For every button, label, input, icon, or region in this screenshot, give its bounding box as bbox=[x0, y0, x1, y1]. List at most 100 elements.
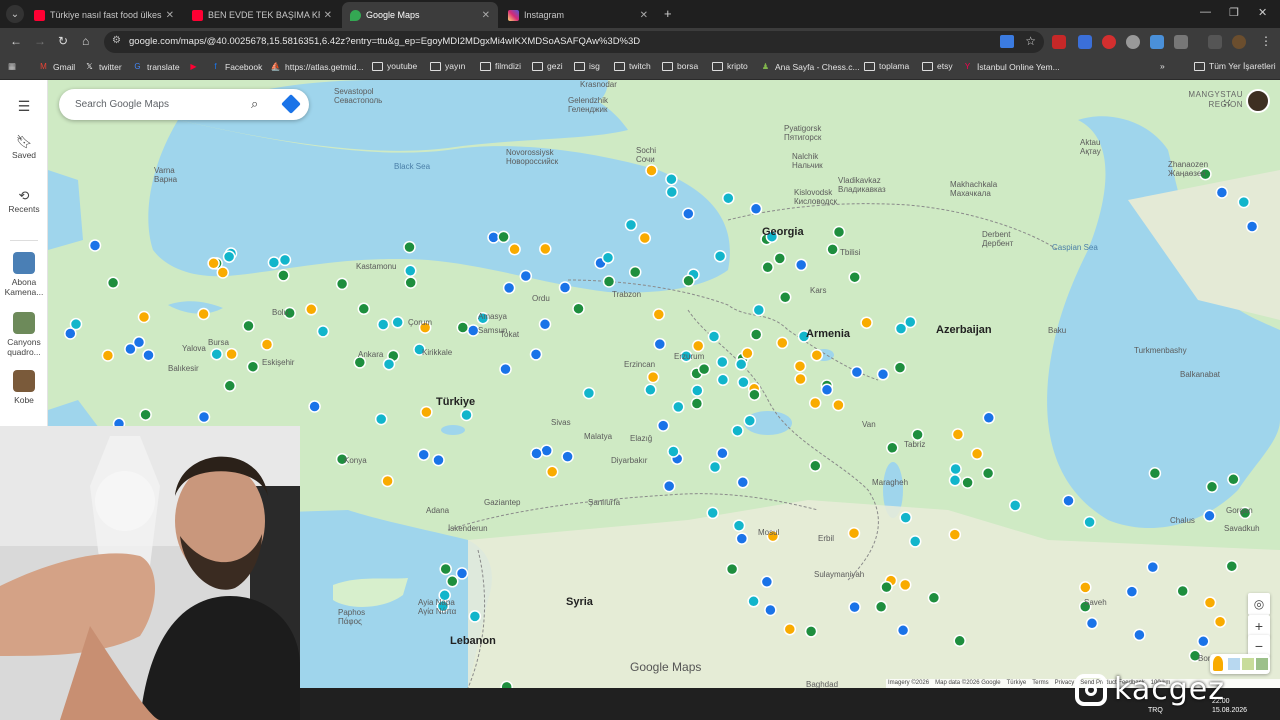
map-place-pin[interactable] bbox=[951, 428, 965, 441]
map-place-pin[interactable] bbox=[132, 336, 146, 349]
map-place-label[interactable]: Sevastopol Севастополь bbox=[334, 87, 382, 105]
address-bar[interactable]: ⚙ google.com/maps/@40.0025678,15.5816351… bbox=[104, 31, 1044, 53]
map-place-pin[interactable] bbox=[736, 476, 750, 489]
map-place-pin[interactable] bbox=[652, 308, 666, 321]
map-place-pin[interactable] bbox=[1205, 480, 1219, 494]
map-place-label[interactable]: Diyarbakır bbox=[611, 456, 647, 465]
map-place-pin[interactable] bbox=[752, 303, 766, 317]
menu-hamburger-icon[interactable]: ☰ bbox=[0, 98, 48, 115]
map-place-pin[interactable] bbox=[142, 348, 155, 362]
map-place-pin[interactable] bbox=[911, 428, 924, 441]
map-place-pin[interactable] bbox=[404, 276, 417, 289]
map-place-pin[interactable] bbox=[948, 474, 962, 487]
bookmark-item[interactable]: etsy bbox=[922, 61, 953, 71]
minimize-icon[interactable]: — bbox=[1200, 6, 1211, 18]
map-place-label[interactable]: Derbent Дербент bbox=[982, 230, 1013, 248]
map-place-label[interactable]: Balkanabat bbox=[1180, 370, 1220, 379]
bookmark-item[interactable]: youtube bbox=[372, 61, 417, 71]
map-place-pin[interactable] bbox=[820, 383, 834, 397]
map-place-pin[interactable] bbox=[468, 610, 482, 623]
map-place-pin[interactable] bbox=[420, 405, 433, 419]
map-place-pin[interactable] bbox=[747, 595, 760, 608]
map-place-label[interactable]: Nalchik Нальчик bbox=[792, 152, 823, 170]
map-place-label[interactable]: Kars bbox=[810, 286, 826, 295]
recent-place-item[interactable]: Kobe bbox=[0, 370, 48, 405]
map-place-pin[interactable] bbox=[260, 338, 274, 351]
map-place-pin[interactable] bbox=[667, 445, 680, 458]
site-info-icon[interactable]: ⚙ bbox=[112, 35, 121, 46]
map-place-pin[interactable] bbox=[1083, 515, 1096, 529]
map-place-pin[interactable] bbox=[628, 265, 642, 279]
map-place-pin[interactable] bbox=[904, 315, 917, 329]
map-place-pin[interactable] bbox=[708, 460, 722, 474]
map-place-label[interactable]: Van bbox=[862, 420, 876, 429]
map-place-pin[interactable] bbox=[764, 603, 777, 617]
clock-date[interactable]: 15.08.2026 bbox=[1212, 707, 1247, 714]
map-place-pin[interactable] bbox=[1245, 220, 1259, 233]
map-place-label[interactable]: Tbilisi bbox=[840, 248, 860, 257]
map-place-label[interactable]: Baghdad bbox=[806, 680, 838, 688]
map-place-label[interactable]: Gaziantep bbox=[484, 498, 520, 507]
map-place-label[interactable]: Gorgan bbox=[1226, 506, 1253, 515]
map-place-pin[interactable] bbox=[101, 349, 115, 362]
map-place-pin[interactable] bbox=[810, 348, 824, 362]
map-place-pin[interactable] bbox=[277, 269, 290, 282]
map-place-pin[interactable] bbox=[981, 467, 995, 480]
map-place-pin[interactable] bbox=[106, 276, 120, 290]
map-place-pin[interactable] bbox=[970, 447, 984, 461]
map-place-pin[interactable] bbox=[267, 256, 281, 269]
tab-youtube-kruvasan[interactable]: BEN EVDE TEK BAŞIMA KRUVAS ✕ bbox=[184, 2, 340, 28]
map-place-pin[interactable] bbox=[197, 410, 211, 424]
map-place-pin[interactable] bbox=[645, 164, 658, 177]
bookmark-item[interactable]: kripto bbox=[712, 61, 748, 71]
map-place-pin[interactable] bbox=[638, 231, 652, 245]
map-place-label[interactable]: Pyatigorsk Пятигорск bbox=[784, 124, 821, 142]
map-place-pin[interactable] bbox=[716, 447, 729, 460]
map-place-pin[interactable] bbox=[538, 318, 552, 331]
map-place-pin[interactable] bbox=[197, 307, 210, 321]
map-place-pin[interactable] bbox=[572, 302, 585, 315]
back-button[interactable]: ← bbox=[10, 34, 22, 48]
map-place-label[interactable]: Mosul bbox=[758, 528, 779, 537]
layers-panel[interactable] bbox=[1210, 654, 1270, 674]
map-place-pin[interactable] bbox=[749, 328, 763, 341]
map-place-pin[interactable] bbox=[734, 358, 748, 371]
layer-thumb-icon[interactable] bbox=[1242, 658, 1254, 670]
map-place-pin[interactable] bbox=[1203, 509, 1216, 523]
map-place-pin[interactable] bbox=[1227, 473, 1240, 486]
map-place-pin[interactable] bbox=[223, 379, 237, 393]
extensions-puzzle-icon[interactable] bbox=[1174, 35, 1188, 49]
map-place-pin[interactable] bbox=[646, 370, 660, 384]
bookmark-item[interactable]: twitch bbox=[614, 61, 651, 71]
map-place-pin[interactable] bbox=[743, 414, 757, 427]
map-place-pin[interactable] bbox=[927, 591, 941, 605]
map-place-label[interactable]: Adana bbox=[426, 506, 449, 515]
map-place-label[interactable]: Makhachkala Махачкала bbox=[950, 180, 997, 198]
map-place-pin[interactable] bbox=[953, 634, 966, 648]
map-place-pin[interactable] bbox=[137, 310, 151, 324]
map-place-pin[interactable] bbox=[376, 318, 390, 331]
account-avatar[interactable] bbox=[1246, 89, 1270, 113]
map-place-pin[interactable] bbox=[794, 258, 808, 272]
map-place-pin[interactable] bbox=[1203, 596, 1217, 609]
map-place-label[interactable]: Bolu bbox=[272, 308, 288, 317]
map-place-pin[interactable] bbox=[832, 225, 846, 239]
tab-youtube-fastfood[interactable]: Türkiye nasıl fast food ülkesi olu ✕ bbox=[26, 2, 182, 28]
map-place-pin[interactable] bbox=[732, 519, 746, 532]
bookmark-item[interactable]: f Facebook bbox=[210, 61, 262, 72]
tab-search-button[interactable]: ⌄ bbox=[6, 5, 24, 23]
map-place-pin[interactable] bbox=[242, 319, 255, 333]
map-place-label[interactable]: İskenderun bbox=[448, 524, 488, 533]
map-place-label[interactable]: Trabzon bbox=[612, 290, 641, 299]
map-place-pin[interactable] bbox=[88, 239, 102, 252]
map-place-pin[interactable] bbox=[949, 462, 962, 476]
map-place-pin[interactable] bbox=[893, 361, 907, 374]
map-place-label[interactable]: Konya bbox=[344, 456, 367, 465]
map-place-pin[interactable] bbox=[601, 251, 615, 264]
map-place-label[interactable]: Vladikavkaz Владикавказ bbox=[838, 176, 886, 194]
translate-extension-icon[interactable] bbox=[1078, 35, 1092, 49]
map-place-label[interactable]: Caspian Sea bbox=[1052, 243, 1098, 252]
map-place-pin[interactable] bbox=[497, 230, 510, 244]
map-place-pin[interactable] bbox=[876, 368, 890, 381]
map-place-label[interactable]: Tokat bbox=[500, 330, 519, 339]
